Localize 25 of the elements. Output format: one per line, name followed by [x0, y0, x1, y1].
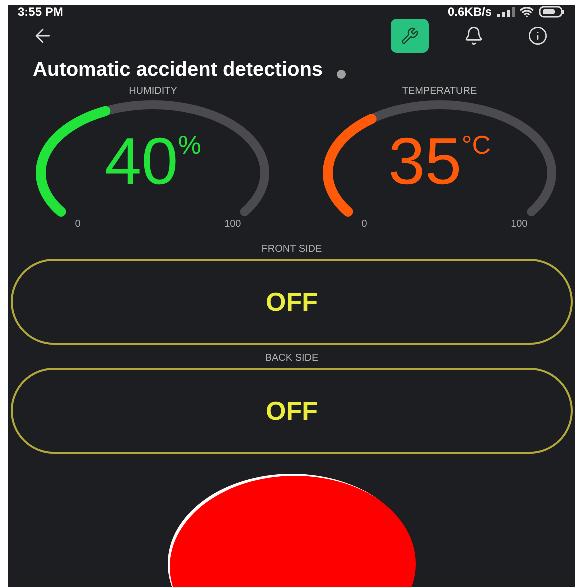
gauge-min: 0	[362, 219, 368, 230]
gauge-max: 100	[511, 219, 528, 230]
network-speed: 0.6KB/s	[448, 5, 492, 19]
gauge-value: 40	[104, 128, 178, 194]
status-dot	[337, 70, 346, 79]
status-time: 3:55 PM	[18, 5, 64, 19]
battery-icon	[539, 6, 565, 18]
switch-label: FRONT SIDE	[262, 244, 322, 255]
gauge-min: 0	[75, 219, 81, 230]
gauge-unit: %	[178, 129, 202, 162]
toggle-button[interactable]: OFF	[11, 368, 573, 454]
switch-label: BACK SIDE	[265, 353, 319, 364]
page-title: Automatic accident detections	[33, 59, 324, 82]
gauge-max: 100	[224, 219, 242, 230]
gauge-label: HUMIDITY	[129, 86, 178, 97]
info-icon	[528, 26, 548, 46]
bell-icon	[464, 26, 484, 46]
signal-icon	[497, 7, 515, 17]
wrench-icon	[401, 27, 419, 45]
gauge-value: 35	[388, 128, 462, 194]
wrench-button[interactable]	[391, 19, 429, 53]
wifi-icon	[520, 5, 534, 19]
toggle-button[interactable]: OFF	[11, 259, 573, 345]
gauge-label: TEMPERATURE	[402, 86, 478, 97]
gauge-unit: °C	[462, 129, 492, 162]
